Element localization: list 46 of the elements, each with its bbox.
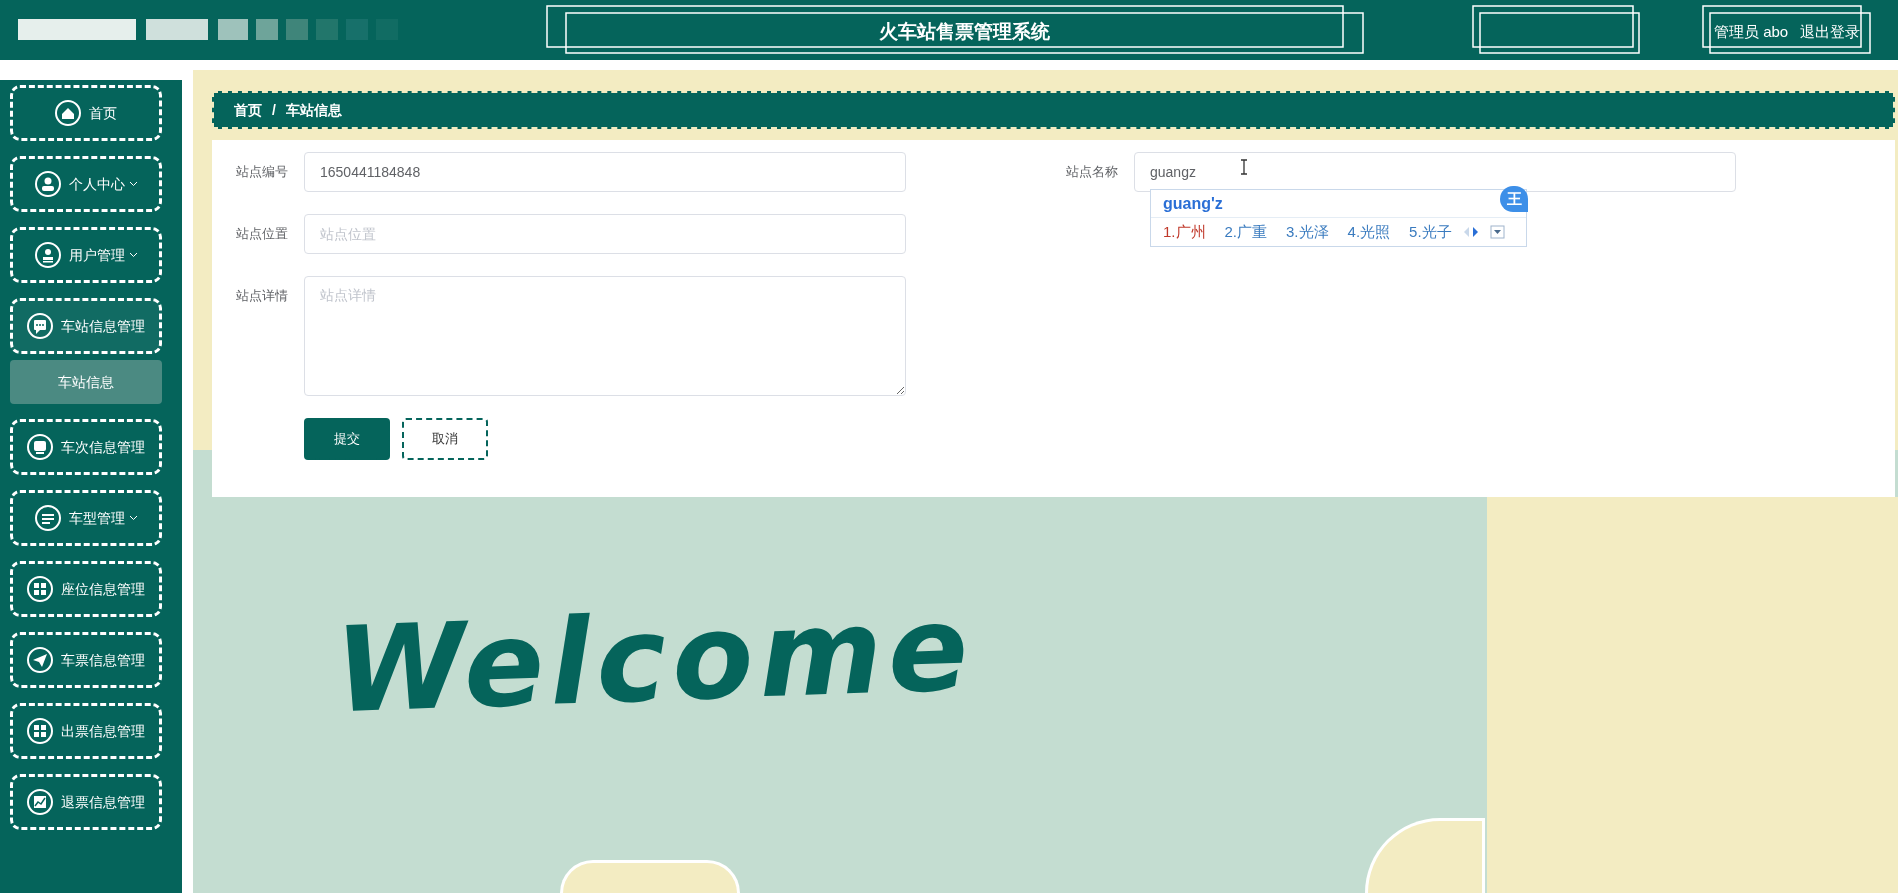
field-label: 站点编号 (236, 163, 289, 181)
menu-item[interactable]: 出票信息管理 (10, 703, 162, 759)
menu-icon (27, 434, 53, 460)
menu-icon (27, 576, 53, 602)
menu-icon (27, 789, 53, 815)
ime-composition: guang'z (1163, 193, 1223, 214)
field-label: 站点位置 (236, 225, 289, 243)
menu-icon (27, 647, 53, 673)
menu-item[interactable]: 个人中心 (10, 156, 162, 212)
app-title: 火车站售票管理系统 (878, 20, 1050, 44)
page-arrows-icon[interactable] (1462, 225, 1507, 239)
menu-item[interactable]: 车次信息管理 (10, 419, 162, 475)
field-label: 站点名称 (1066, 163, 1119, 181)
menu-icon (34, 171, 61, 197)
logout-link[interactable]: 退出登录 (1800, 21, 1860, 44)
menu-icon (55, 100, 81, 126)
submenu-item[interactable]: 车站信息 (10, 360, 162, 404)
menu-item[interactable]: 车站信息管理 (10, 298, 162, 354)
breadcrumb-link[interactable]: 首页 (234, 99, 262, 121)
textarea-field[interactable]: 站点详情 (304, 276, 906, 396)
menu-item[interactable]: 用户管理 (10, 227, 162, 283)
menu-item[interactable]: 退票信息管理 (10, 774, 162, 830)
welcome-heading: Welcome (333, 588, 976, 730)
menu-icon (34, 242, 61, 268)
user-name: 管理员 abo (1714, 22, 1789, 42)
text-cursor-icon (1239, 159, 1249, 175)
menu-item[interactable]: 车票信息管理 (10, 632, 162, 688)
menu-icon (27, 718, 53, 744)
ime-candidate[interactable]: 2.广重 (1224, 220, 1268, 244)
ime-candidate[interactable]: 4.光照 (1347, 220, 1391, 244)
submit-button[interactable]: 提交 (304, 418, 390, 460)
field-label: 站点详情 (236, 287, 289, 305)
ime-logo-badge: 王 (1500, 186, 1528, 212)
cancel-button[interactable]: 取消 (402, 418, 488, 460)
menu-icon (27, 313, 53, 339)
breadcrumb-link[interactable]: 车站信息 (285, 99, 342, 121)
ime-candidate[interactable]: 5.光子 (1409, 220, 1452, 244)
menu-item[interactable]: 首页 (10, 85, 162, 141)
breadcrumb-separator: / (272, 100, 276, 120)
ime-candidate[interactable]: 3.光泽 (1286, 220, 1329, 244)
menu-item[interactable]: 座位信息管理 (10, 561, 162, 617)
input-field[interactable]: 1650441184848 (304, 152, 906, 192)
menu-icon (34, 505, 61, 531)
input-field[interactable]: 站点位置 (304, 214, 906, 254)
menu-item[interactable]: 车型管理 (10, 490, 162, 546)
ime-candidate[interactable]: 1.广州 (1163, 220, 1206, 244)
